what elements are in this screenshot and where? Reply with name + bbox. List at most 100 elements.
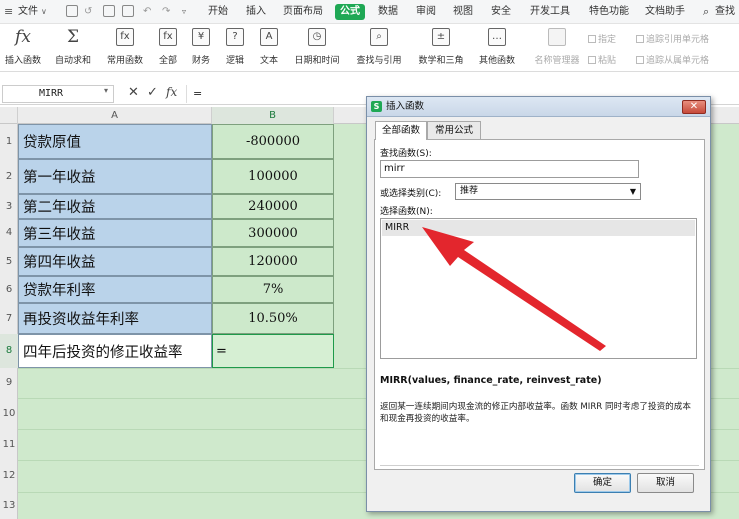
cell-a8[interactable]: 四年后投资的修正收益率 [18, 334, 212, 368]
cell-b3[interactable]: 240000 [212, 194, 334, 219]
tab-review[interactable]: 审阅 [416, 0, 436, 24]
row-header[interactable]: 8 [0, 334, 18, 368]
search-function-input[interactable]: mirr [380, 160, 639, 178]
autosum-button[interactable]: Σ 自动求和 [50, 28, 96, 72]
cell-b5[interactable]: 120000 [212, 247, 334, 276]
tab-features[interactable]: 特色功能 [589, 0, 629, 24]
row-header[interactable]: 4 [0, 219, 18, 247]
paste-name-button[interactable]: 粘贴 [588, 53, 616, 66]
name-box-dropdown-icon[interactable]: ▾ [104, 86, 108, 95]
tab-security[interactable]: 安全 [491, 0, 511, 24]
function-icon: fx [159, 28, 177, 46]
all-functions-button[interactable]: fx 全部 [154, 28, 182, 72]
tab-formula[interactable]: 公式 [335, 4, 365, 20]
function-list[interactable]: MIRR [380, 218, 697, 359]
row-headers: 1 2 3 4 5 6 7 8 9 10 11 12 13 [0, 124, 18, 519]
cell-b6[interactable]: 7% [212, 276, 334, 303]
row-header[interactable]: 11 [0, 429, 18, 460]
dialog-panel: 查找函数(S): mirr 或选择类别(C): 推荐 ▼ 选择函数(N): MI… [374, 139, 705, 470]
cell-b1[interactable]: -800000 [212, 124, 334, 159]
cell-a2[interactable]: 第一年收益 [18, 159, 212, 194]
logic-button[interactable]: ? 逻辑 [221, 28, 249, 72]
function-signature: MIRR(values, finance_rate, reinvest_rate… [380, 375, 602, 386]
row-header[interactable]: 5 [0, 247, 18, 276]
file-dropdown-icon[interactable]: ∨ [41, 0, 47, 24]
cell-b2[interactable]: 100000 [212, 159, 334, 194]
tab-common-formulas[interactable]: 常用公式 [427, 121, 481, 139]
menu-icon[interactable]: ≡ [4, 0, 13, 24]
tab-all-functions[interactable]: 全部函数 [375, 121, 427, 140]
lookup-reference-button[interactable]: ⌕ 查找与引用 [351, 28, 407, 72]
cell-a1[interactable]: 贷款原值 [18, 124, 212, 159]
search-icon[interactable]: ⌕ [703, 0, 709, 24]
sum-icon: Σ [66, 27, 80, 47]
trace-precedents-button[interactable]: 追踪引用单元格 [636, 32, 709, 45]
dialog-title-bar: S 插入函数 ✕ [367, 97, 710, 117]
row-header[interactable]: 2 [0, 159, 18, 194]
trace-dependents-icon [636, 56, 644, 64]
tab-insert[interactable]: 插入 [246, 0, 266, 24]
function-description: 返回某一连续期间内现金流的修正内部收益率。函数 MIRR 同时考虑了投资的成本和… [380, 402, 691, 424]
redo-icon[interactable]: ↷ [162, 0, 170, 24]
tab-doc-assistant[interactable]: 文档助手 [645, 0, 685, 24]
cancel-button[interactable]: 取消 [637, 473, 694, 493]
cell-a5[interactable]: 第四年收益 [18, 247, 212, 276]
insert-function-button[interactable]: fx 插入函数 [4, 28, 42, 72]
undo-icon[interactable]: ↶ [143, 0, 151, 24]
row-header[interactable]: 7 [0, 303, 18, 334]
file-menu[interactable]: 文件 [18, 0, 38, 24]
row-header[interactable]: 1 [0, 124, 18, 159]
row-header[interactable]: 10 [0, 398, 18, 429]
category-select[interactable]: 推荐 ▼ [455, 183, 641, 200]
cell-a6[interactable]: 贷款年利率 [18, 276, 212, 303]
trace-dependents-button[interactable]: 追踪从属单元格 [636, 53, 709, 66]
common-functions-button[interactable]: fx 常用函数 [102, 28, 148, 72]
quick-access-dropdown-icon[interactable]: ▿ [182, 0, 186, 24]
confirm-entry-icon[interactable]: ✓ [147, 85, 158, 100]
math-trig-button[interactable]: ± 数学和三角 [413, 28, 469, 72]
name-manager-button[interactable]: 名称管理器 [534, 28, 580, 72]
row-header[interactable]: 3 [0, 194, 18, 219]
row-header[interactable]: 9 [0, 368, 18, 398]
name-box[interactable]: MIRR [2, 85, 114, 103]
menu-bar: ≡ 文件 ∨ ↺ ↶ ↷ ▿ 开始 插入 页面布局 公式 数据 审阅 视图 安全… [0, 0, 739, 24]
tab-page-layout[interactable]: 页面布局 [283, 0, 323, 24]
star-function-icon: fx [116, 28, 134, 46]
cell-a4[interactable]: 第三年收益 [18, 219, 212, 247]
tab-data[interactable]: 数据 [378, 0, 398, 24]
function-list-item[interactable]: MIRR [382, 220, 695, 236]
text-button[interactable]: A 文本 [255, 28, 283, 72]
cell-a3[interactable]: 第二年收益 [18, 194, 212, 219]
row-header[interactable]: 13 [0, 492, 18, 519]
tab-home[interactable]: 开始 [208, 0, 228, 24]
finance-button[interactable]: ¥ 财务 [187, 28, 215, 72]
column-header-b[interactable]: B [212, 107, 334, 124]
cell-b4[interactable]: 300000 [212, 219, 334, 247]
tab-view[interactable]: 视图 [453, 0, 473, 24]
ok-button[interactable]: 确定 [574, 473, 631, 493]
define-name-button[interactable]: 指定 [588, 32, 616, 45]
cancel-entry-icon[interactable]: ✕ [128, 85, 139, 100]
row-header[interactable]: 6 [0, 276, 18, 303]
insert-function-dialog: S 插入函数 ✕ 全部函数 常用公式 查找函数(S): mirr 或选择类别(C… [366, 96, 711, 512]
column-header-a[interactable]: A [18, 107, 212, 124]
row-header[interactable]: 12 [0, 460, 18, 492]
search-function-label: 查找函数(S): [380, 149, 432, 159]
search-label[interactable]: 查找 [715, 0, 735, 24]
math-icon: ± [432, 28, 450, 46]
save-icon[interactable] [66, 5, 78, 17]
cell-b7[interactable]: 10.50% [212, 303, 334, 334]
select-all-corner[interactable] [0, 107, 18, 124]
yen-icon: ¥ [192, 28, 210, 46]
undo-history-icon[interactable]: ↺ [84, 0, 92, 24]
cell-a7[interactable]: 再投资收益年利率 [18, 303, 212, 334]
print-icon[interactable] [103, 5, 115, 17]
insert-function-icon[interactable]: fx [166, 85, 177, 99]
date-time-button[interactable]: ◷ 日期和时间 [289, 28, 345, 72]
other-functions-button[interactable]: … 其他函数 [474, 28, 520, 72]
preview-icon[interactable] [122, 5, 134, 17]
cell-b8[interactable]: = [212, 334, 334, 368]
spreadsheet-window: ≡ 文件 ∨ ↺ ↶ ↷ ▿ 开始 插入 页面布局 公式 数据 审阅 视图 安全… [0, 0, 739, 519]
tab-developer[interactable]: 开发工具 [530, 0, 570, 24]
close-icon[interactable]: ✕ [682, 100, 706, 114]
